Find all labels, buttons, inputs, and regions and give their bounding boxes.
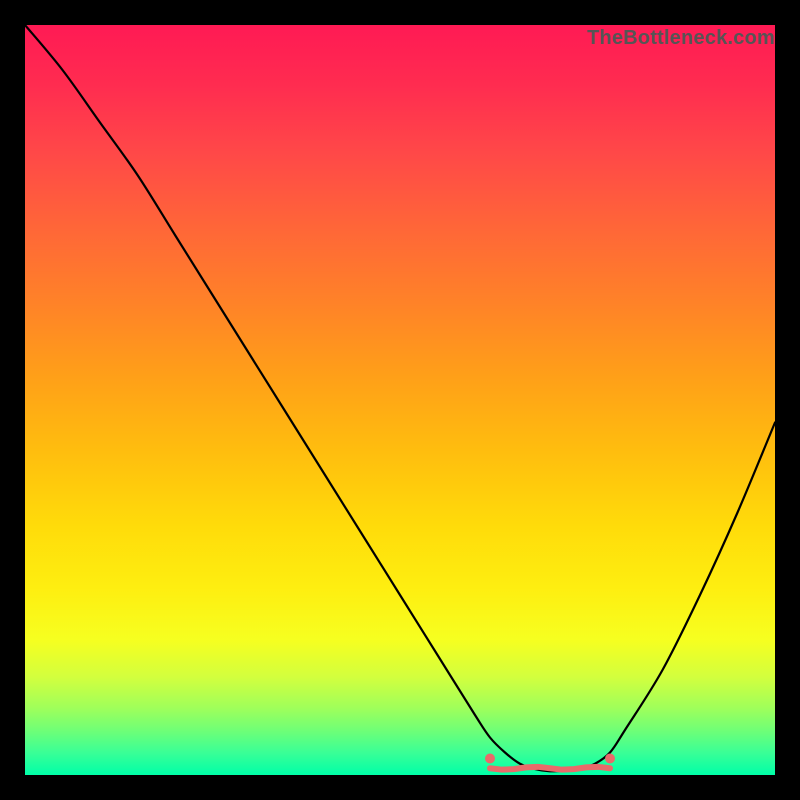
optimal-range-marker-end	[605, 754, 615, 764]
curve-svg	[25, 25, 775, 775]
optimal-range-marker-start	[485, 754, 495, 764]
bottleneck-curve-path	[25, 25, 775, 771]
optimal-range-band	[490, 767, 610, 770]
bottleneck-chart: TheBottleneck.com	[25, 25, 775, 775]
